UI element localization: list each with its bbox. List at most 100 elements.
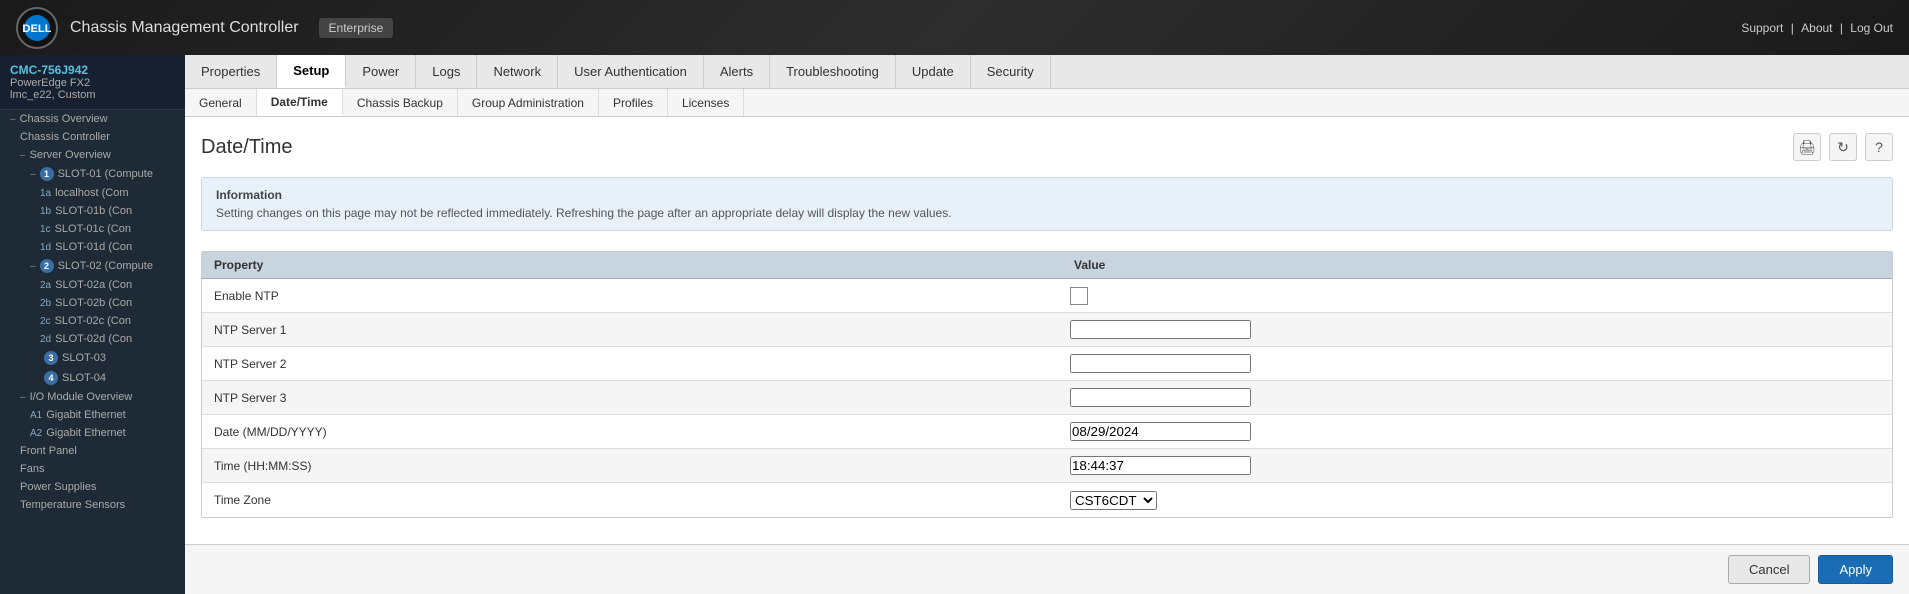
page-footer: Cancel Apply [185,544,1909,594]
tab-power[interactable]: Power [346,55,416,88]
sidebar-item-slot02a[interactable]: 2a SLOT-02a (Con [0,276,185,294]
device-model: PowerEdge FX2 [10,77,175,89]
sidebar-label: Chassis Overview [20,113,108,125]
page-header: Date/Time 🖨 ↻ ? [201,133,1893,161]
sidebar-item-temp-sensors[interactable]: Temperature Sensors [0,496,185,514]
sidebar-label: SLOT-01c (Con [55,223,131,235]
expand-icon: – [10,114,16,125]
sub-tab-licenses[interactable]: Licenses [668,89,744,116]
sidebar-item-power-supplies[interactable]: Power Supplies [0,478,185,496]
date-input[interactable] [1070,422,1251,441]
expand-icon: – [30,261,36,272]
slot-label: 2c [40,316,51,327]
slot-dot: 3 [44,351,58,365]
page-title: Date/Time [201,136,1793,159]
info-box-title: Information [216,188,1878,202]
prop-label-ntp: Enable NTP [202,283,1062,309]
ntp-server-3-input[interactable] [1070,388,1251,407]
prop-value-ntp [1062,283,1892,309]
sidebar-item-io-module[interactable]: – I/O Module Overview [0,388,185,406]
sidebar-item-a2[interactable]: A2 Gigabit Ethernet [0,424,185,442]
timezone-select[interactable]: CST6CDT UTC EST5EDT PST8PDT MST7MDT [1070,491,1157,510]
sidebar-item-server-overview[interactable]: – Server Overview [0,146,185,164]
time-input[interactable] [1070,456,1251,475]
sidebar-item-slot02d[interactable]: 2d SLOT-02d (Con [0,330,185,348]
slot-label: 2a [40,280,51,291]
slot-dot: 2 [40,259,54,273]
logout-link[interactable]: Log Out [1850,21,1893,35]
sub-tab-group-admin[interactable]: Group Administration [458,89,599,116]
sidebar-item-front-panel[interactable]: Front Panel [0,442,185,460]
tab-properties[interactable]: Properties [185,55,277,88]
prop-value-time [1062,452,1892,479]
sidebar-label: SLOT-02a (Con [55,279,132,291]
enable-ntp-checkbox[interactable] [1070,287,1088,305]
sub-tab-general[interactable]: General [185,89,257,116]
sidebar-item-slot01c[interactable]: 1c SLOT-01c (Con [0,220,185,238]
sidebar-item-slot04[interactable]: 4 SLOT-04 [0,368,185,388]
table-row: NTP Server 1 [202,313,1892,347]
cancel-button[interactable]: Cancel [1728,555,1810,584]
table-row: Time (HH:MM:SS) [202,449,1892,483]
expand-icon: – [20,392,26,403]
sidebar-label: SLOT-03 [62,352,106,364]
sidebar-item-chassis-controller[interactable]: Chassis Controller [0,128,185,146]
prop-label-ntp1: NTP Server 1 [202,317,1062,343]
sidebar-label: SLOT-02d (Con [55,333,132,345]
ntp-server-2-input[interactable] [1070,354,1251,373]
print-button[interactable]: 🖨 [1793,133,1821,161]
sidebar-item-slot03[interactable]: 3 SLOT-03 [0,348,185,368]
slot-label: 2d [40,334,51,345]
sidebar-label: SLOT-04 [62,372,106,384]
table-row: NTP Server 3 [202,381,1892,415]
tab-setup[interactable]: Setup [277,55,346,88]
tab-user-auth[interactable]: User Authentication [558,55,704,88]
main-tab-bar: Properties Setup Power Logs Network User… [185,55,1909,89]
help-icon: ? [1875,139,1883,155]
help-button[interactable]: ? [1865,133,1893,161]
header: DELL Chassis Management Controller Enter… [0,0,1909,55]
content-area: Properties Setup Power Logs Network User… [185,55,1909,594]
sidebar-label: localhost (Com [55,187,128,199]
sidebar-item-slot01a[interactable]: 1a localhost (Com [0,184,185,202]
ntp-server-1-input[interactable] [1070,320,1251,339]
slot-label: A1 [30,410,42,421]
tab-troubleshooting[interactable]: Troubleshooting [770,55,896,88]
slot-dot: 1 [40,167,54,181]
tab-network[interactable]: Network [477,55,558,88]
sub-tab-datetime[interactable]: Date/Time [257,89,343,116]
support-link[interactable]: Support [1741,21,1783,35]
page-actions: 🖨 ↻ ? [1793,133,1893,161]
info-box-text: Setting changes on this page may not be … [216,206,1878,220]
refresh-button[interactable]: ↻ [1829,133,1857,161]
info-box: Information Setting changes on this page… [201,177,1893,231]
sidebar-item-a1[interactable]: A1 Gigabit Ethernet [0,406,185,424]
sub-tab-chassis-backup[interactable]: Chassis Backup [343,89,458,116]
sidebar-item-slot01d[interactable]: 1d SLOT-01d (Con [0,238,185,256]
tab-security[interactable]: Security [971,55,1051,88]
prop-value-timezone: CST6CDT UTC EST5EDT PST8PDT MST7MDT [1062,487,1892,514]
sidebar-item-chassis-overview[interactable]: – Chassis Overview [0,110,185,128]
apply-button[interactable]: Apply [1818,555,1893,584]
table-row: Enable NTP [202,279,1892,313]
prop-label-time: Time (HH:MM:SS) [202,453,1062,479]
sidebar-item-slot01[interactable]: – 1 SLOT-01 (Compute [0,164,185,184]
sidebar-item-slot02c[interactable]: 2c SLOT-02c (Con [0,312,185,330]
dell-logo: DELL [16,7,58,49]
sub-tab-profiles[interactable]: Profiles [599,89,668,116]
sidebar-item-slot02b[interactable]: 2b SLOT-02b (Con [0,294,185,312]
prop-label-ntp3: NTP Server 3 [202,385,1062,411]
tab-logs[interactable]: Logs [416,55,477,88]
print-icon: 🖨 [1798,139,1816,156]
sidebar-item-fans[interactable]: Fans [0,460,185,478]
tab-update[interactable]: Update [896,55,971,88]
col-header-value: Value [1062,252,1892,278]
tab-alerts[interactable]: Alerts [704,55,770,88]
prop-value-date [1062,418,1892,445]
property-table: Property Value Enable NTP NTP Server 1 [201,251,1893,518]
sidebar-item-slot02[interactable]: – 2 SLOT-02 (Compute [0,256,185,276]
sidebar-label: Fans [20,463,44,475]
table-row: Time Zone CST6CDT UTC EST5EDT PST8PDT MS… [202,483,1892,517]
about-link[interactable]: About [1801,21,1832,35]
sidebar-item-slot01b[interactable]: 1b SLOT-01b (Con [0,202,185,220]
